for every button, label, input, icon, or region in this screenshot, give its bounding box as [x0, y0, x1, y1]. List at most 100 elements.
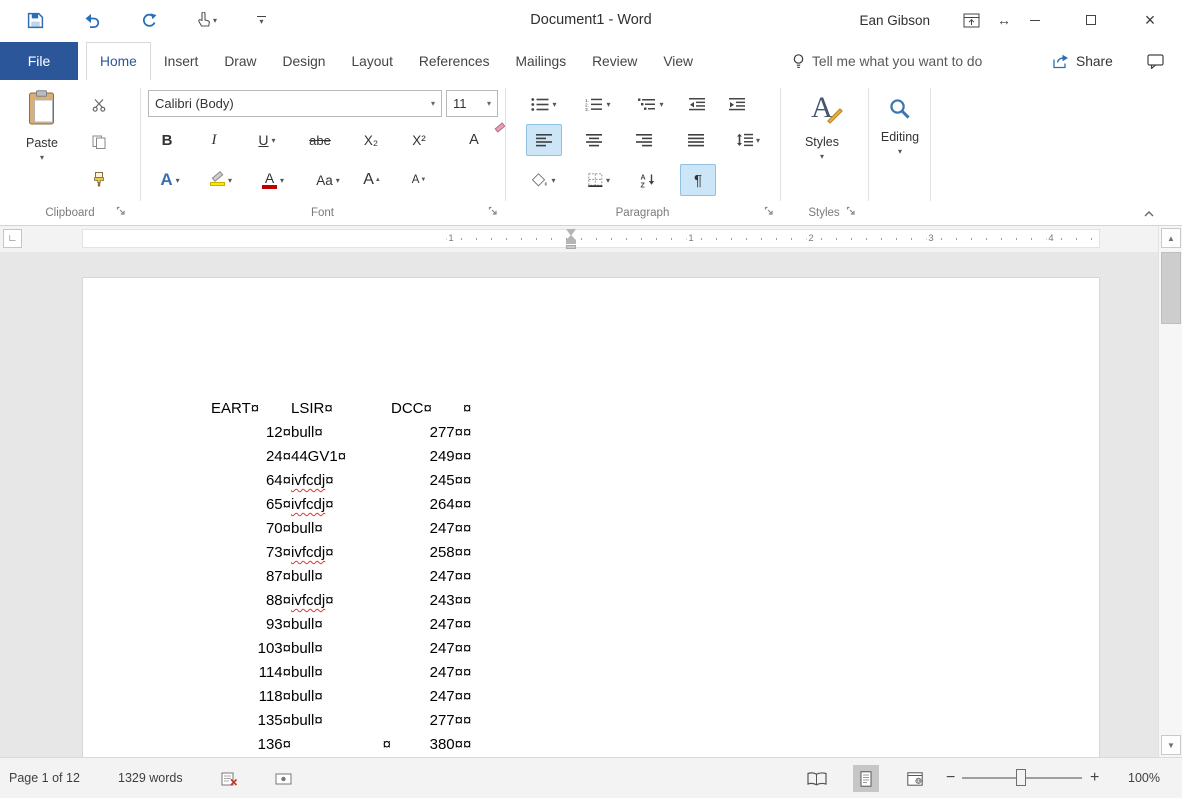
doc-table: EART¤ LSIR¤ DCC¤ ¤ 12¤ bull¤ 277¤ ¤ 24¤ 44GV1¤ 249… — [83, 278, 1099, 757]
align-center-button[interactable] — [576, 124, 612, 156]
ribbon-tab-bar: File Home Insert Draw Design Layout Reference… — [0, 40, 1182, 80]
copy-button[interactable] — [84, 130, 114, 154]
vertical-scrollbar[interactable]: ▲ ▼ — [1158, 226, 1182, 757]
align-right-button[interactable] — [626, 124, 662, 156]
table-cell: ¤ — [463, 493, 483, 517]
left-indent-marker[interactable] — [566, 235, 576, 249]
borders-icon — [588, 173, 603, 187]
tab-home[interactable]: Home — [86, 42, 151, 80]
grow-font-button[interactable]: A ▲ — [354, 164, 390, 196]
paste-button[interactable]: Paste ▾ — [10, 86, 74, 204]
scroll-down-button[interactable]: ▼ — [1161, 735, 1181, 755]
document-area[interactable]: EART¤ LSIR¤ DCC¤ ¤ 12¤ bull¤ 277¤ ¤ 24¤ 44GV1¤ 249… — [0, 252, 1158, 757]
table-cell: bull¤ — [291, 688, 323, 705]
cell-mark: ¤ — [314, 520, 323, 537]
bullets-button[interactable]: ▾ — [522, 88, 566, 120]
read-mode-button[interactable] — [804, 765, 830, 792]
format-painter-icon — [94, 171, 104, 186]
comments-button[interactable] — [1140, 42, 1170, 80]
shading-button[interactable]: ▾ — [522, 164, 566, 196]
font-size-combobox[interactable]: 11 ▾ — [446, 90, 498, 117]
text-effects-button[interactable]: A ▾ — [150, 164, 190, 196]
minimize-button[interactable] — [1020, 0, 1050, 40]
justify-button[interactable] — [678, 124, 714, 156]
paragraph-dialog-launcher[interactable] — [762, 204, 776, 218]
macro-record-button[interactable] — [270, 766, 296, 792]
chevron-down-icon: ▾ — [819, 152, 824, 161]
group-separator — [780, 88, 781, 201]
cut-button[interactable] — [84, 93, 114, 117]
zoom-slider-thumb[interactable] — [1016, 769, 1026, 786]
share-button[interactable]: Share — [1052, 42, 1113, 80]
ruler[interactable]: 1 1 2 3 4 — [82, 229, 1100, 249]
web-layout-button[interactable] — [902, 765, 928, 792]
zoom-in-button[interactable]: + — [1090, 758, 1099, 798]
superscript-button[interactable]: X² — [400, 124, 438, 156]
font-color-button[interactable]: A ▾ — [252, 164, 294, 196]
font-dialog-launcher[interactable] — [486, 204, 500, 218]
cell-mark: ¤ — [282, 472, 291, 489]
tab-layout[interactable]: Layout — [338, 42, 405, 80]
resize-button[interactable]: ↔ — [992, 0, 1016, 40]
strikethrough-button[interactable]: abe — [298, 124, 342, 156]
cell-mark: ¤ — [282, 448, 291, 465]
close-button[interactable]: × — [1130, 0, 1170, 40]
editing-label: Editing — [880, 130, 920, 144]
align-left-button[interactable] — [526, 124, 562, 156]
clipboard-dialog-launcher[interactable] — [114, 204, 128, 218]
collapse-ribbon-button[interactable] — [1142, 207, 1156, 221]
sort-button[interactable]: AZ — [630, 164, 666, 196]
scroll-up-button[interactable]: ▲ — [1161, 228, 1181, 248]
page[interactable]: EART¤ LSIR¤ DCC¤ ¤ 12¤ bull¤ 277¤ ¤ 24¤ 44GV1¤ 249… — [82, 277, 1100, 757]
word-count[interactable]: 1329 words — [118, 758, 183, 798]
dialog-launcher-icon — [116, 206, 125, 215]
clear-formatting-button[interactable]: A — [452, 122, 506, 156]
increase-indent-button[interactable] — [720, 88, 754, 120]
tab-selector-button[interactable]: ∟ — [3, 229, 22, 248]
subscript-button[interactable]: X₂ — [352, 124, 390, 156]
tab-design[interactable]: Design — [270, 42, 339, 80]
show-hide-formatting-button[interactable]: ¶ — [680, 164, 716, 196]
text-highlight-color-button[interactable]: ▾ — [198, 164, 244, 196]
decrease-indent-button[interactable] — [682, 88, 712, 120]
paste-icon — [27, 90, 57, 131]
table-header-row: EART¤ LSIR¤ DCC¤ ¤ — [211, 397, 1099, 421]
cell-mark: ¤ — [282, 568, 291, 585]
up-arrow-icon: ▲ — [1167, 233, 1175, 243]
tab-draw[interactable]: Draw — [211, 42, 269, 80]
tab-review[interactable]: Review — [579, 42, 650, 80]
editing-group-button[interactable]: Editing ▾ — [872, 86, 928, 204]
ribbon-tabs: Home Insert Draw Design Layout References Mail… — [86, 42, 706, 80]
proofing-status-button[interactable] — [216, 766, 242, 792]
file-tab[interactable]: File — [0, 42, 78, 80]
zoom-level[interactable]: 100% — [1108, 758, 1160, 798]
font-name-combobox[interactable]: Calibri (Body) ▾ — [148, 90, 442, 117]
styles-dialog-launcher[interactable] — [844, 204, 858, 218]
zoom-out-button[interactable]: − — [946, 758, 955, 798]
numbering-button[interactable]: 1. 2. 3. ▾ — [576, 88, 620, 120]
bold-button[interactable]: B — [152, 124, 182, 156]
shrink-font-button[interactable]: A ▼ — [400, 164, 438, 196]
format-painter-button[interactable] — [84, 167, 114, 191]
highlighter-icon — [209, 171, 225, 186]
change-case-button[interactable]: Aa ▾ — [306, 164, 350, 196]
ribbon-display-options-button[interactable] — [958, 0, 984, 40]
tab-view[interactable]: View — [650, 42, 706, 80]
tab-references[interactable]: References — [406, 42, 503, 80]
multilevel-list-button[interactable]: ▾ — [630, 88, 672, 120]
line-spacing-button[interactable]: ▾ — [724, 124, 770, 156]
cell-mark: ¤ — [463, 640, 472, 657]
page-indicator[interactable]: Page 1 of 12 — [9, 758, 80, 798]
styles-gallery-button[interactable]: A Styles ▾ — [784, 86, 860, 204]
scrollbar-thumb[interactable] — [1161, 252, 1181, 324]
borders-button[interactable]: ▾ — [578, 164, 620, 196]
underline-button[interactable]: U ▾ — [246, 124, 288, 156]
maximize-button[interactable] — [1074, 0, 1108, 40]
tell-me-box[interactable]: Tell me what you want to do — [793, 42, 982, 80]
zoom-slider[interactable] — [962, 769, 1082, 786]
tab-insert[interactable]: Insert — [151, 42, 212, 80]
print-layout-button[interactable] — [853, 765, 879, 792]
tab-mailings[interactable]: Mailings — [502, 42, 579, 80]
italic-button[interactable]: I — [200, 124, 228, 156]
ruler-number: 4 — [1046, 233, 1056, 244]
